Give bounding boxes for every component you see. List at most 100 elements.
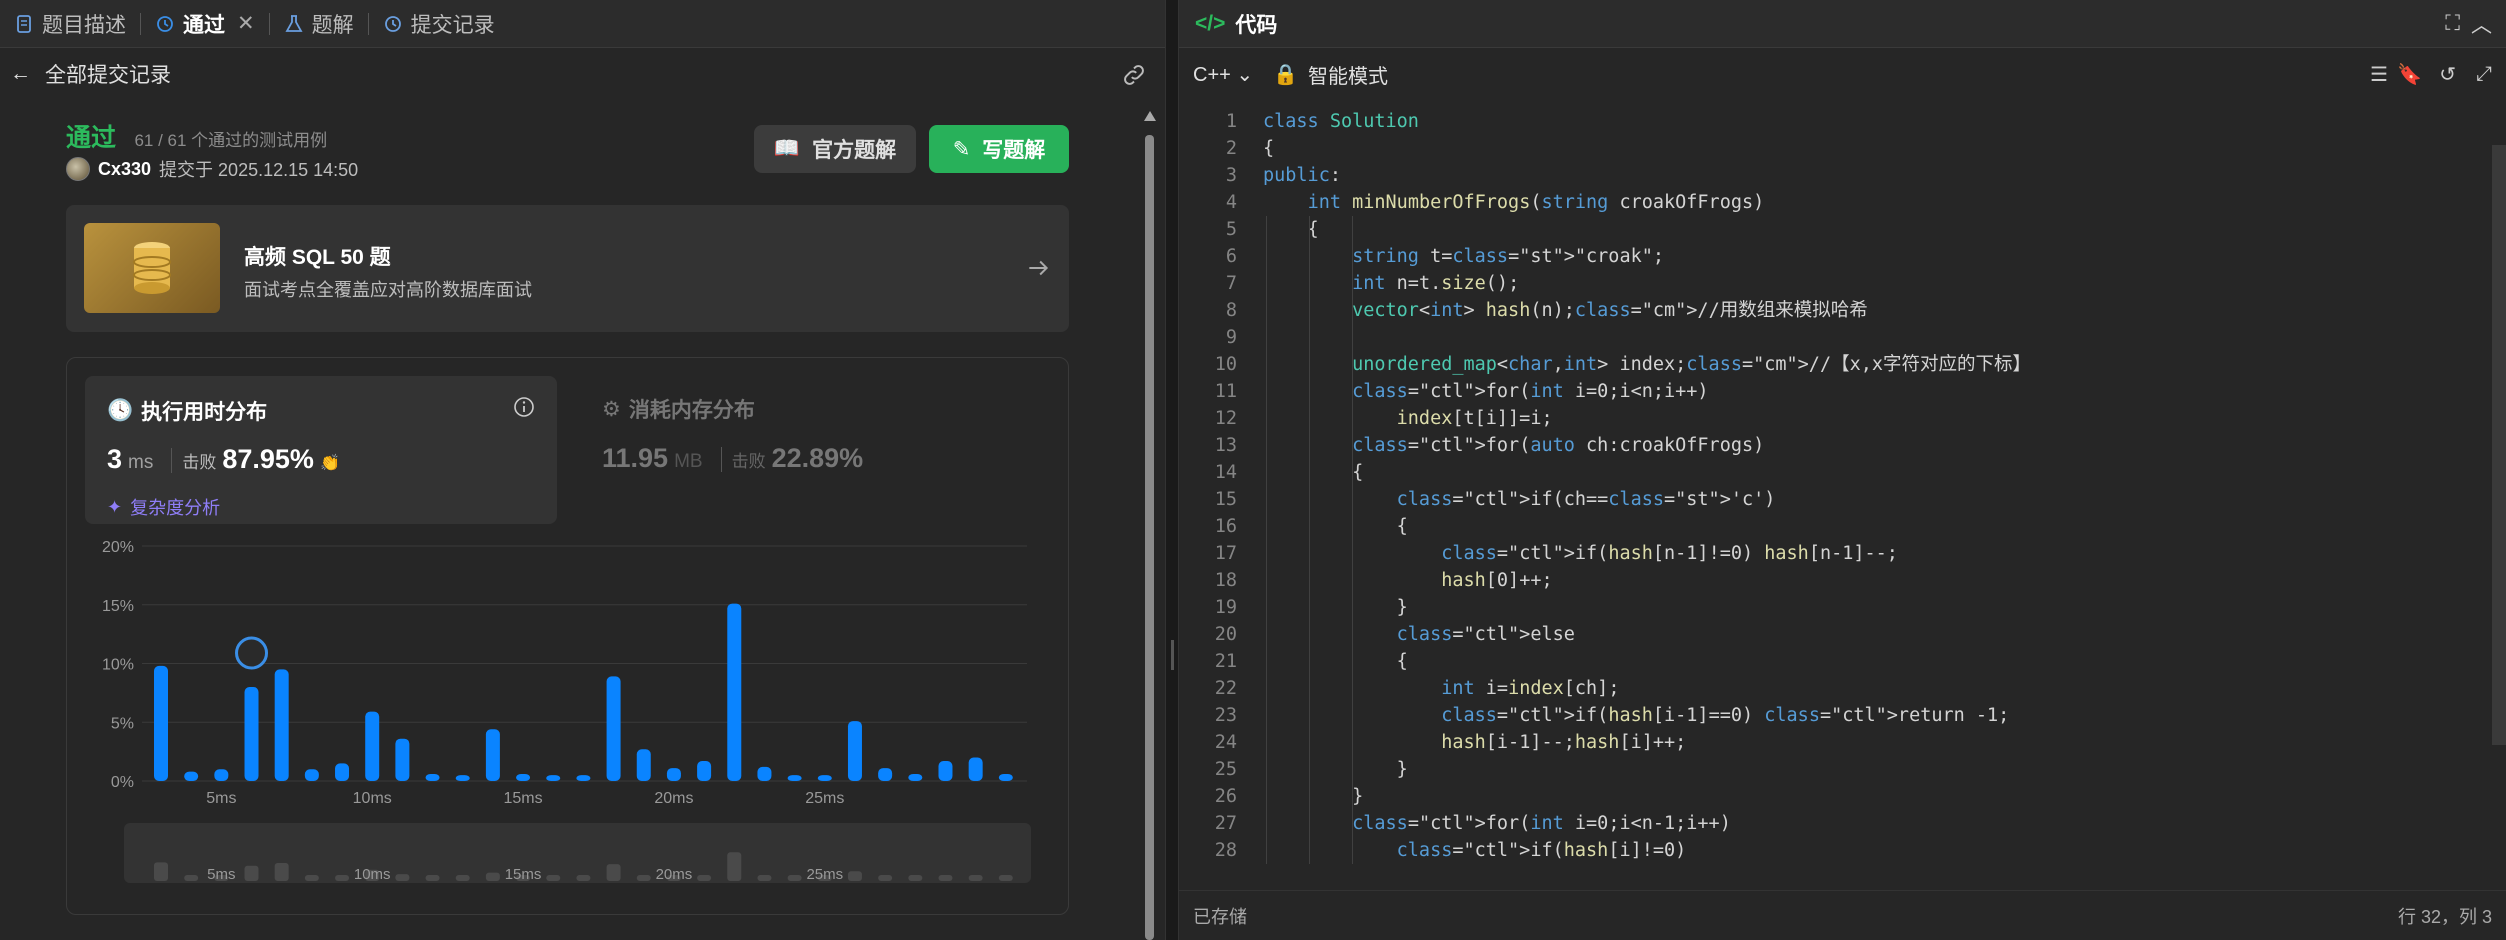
arrow-left-icon: ← — [10, 62, 31, 85]
link-icon[interactable] — [1121, 62, 1147, 88]
line-number: 1 — [1225, 111, 1237, 132]
code-line[interactable]: 5 { — [1179, 216, 2506, 243]
overview-bar — [727, 852, 742, 881]
avatar[interactable] — [66, 157, 90, 181]
bookmark-icon[interactable]: 🔖 — [2397, 62, 2422, 87]
save-status: 已存储 — [1193, 906, 1247, 927]
resize-handle[interactable] — [1171, 640, 1174, 670]
tab-description[interactable]: 题目描述 — [0, 0, 140, 48]
write-solution-button[interactable]: ✎ 写题解 — [929, 125, 1069, 173]
code-line[interactable]: 22 int i=index[ch]; — [1179, 675, 2506, 702]
history-icon — [384, 15, 401, 32]
code-line[interactable]: 7 int n=t.size(); — [1179, 270, 2506, 297]
code-pane: </> 代码 ⛶ ︿ C++ ⌄ 🔒 智能模式 ☰ 🔖 ↺ ⤢ 1 class S… — [1178, 0, 2506, 940]
username[interactable]: Cx330 — [98, 159, 151, 180]
mode-label[interactable]: 智能模式 — [1308, 60, 1388, 89]
runtime-title: 🕓 执行用时分布 — [107, 396, 267, 426]
code-line[interactable]: 10 unordered_map<char,int> index;class="… — [1179, 351, 2506, 378]
editor-scrollbar[interactable] — [2492, 145, 2506, 745]
back-to-submissions[interactable]: ← 全部提交记录 — [10, 59, 171, 89]
overview-bar — [395, 874, 410, 881]
code-line[interactable]: 24 hash[i-1]--;hash[i]++; — [1179, 729, 2506, 756]
code-line[interactable]: 18 hash[0]++; — [1179, 567, 2506, 594]
chart-bar — [938, 761, 953, 781]
collapse-icon[interactable]: ︿ — [2471, 9, 2492, 39]
official-solution-button[interactable]: 📖 官方题解 — [754, 125, 916, 173]
code-line[interactable]: 11 class="ctl">for(int i=0;i<n;i++) — [1179, 378, 2506, 405]
tab-accepted[interactable]: 通过 ✕ — [141, 0, 269, 48]
overview-bar — [757, 875, 772, 881]
code-text: class="ctl">for(int i=0;i<n;i++) — [1352, 381, 1709, 402]
code-line[interactable]: 6 string t=class="st">"croak"; — [1179, 243, 2506, 270]
memory-unit: MB — [674, 451, 703, 472]
code-line[interactable]: 28 class="ctl">if(hash[i]!=0) — [1179, 837, 2506, 864]
code-line[interactable]: 16 { — [1179, 513, 2506, 540]
scroll-up-arrow[interactable] — [1144, 111, 1156, 121]
runtime-card[interactable]: 🕓 执行用时分布 3 ms 击败 87.95% 👏 ✦ 复杂度分析 — [85, 376, 557, 524]
chart-bar — [244, 687, 259, 781]
overview-bar — [485, 872, 500, 881]
code-line[interactable]: 13 class="ctl">for(auto ch:croakOfFrogs) — [1179, 432, 2506, 459]
complexity-analysis-link[interactable]: ✦ 复杂度分析 — [107, 494, 220, 520]
scrollbar-thumb[interactable] — [1145, 135, 1154, 940]
overview-bar — [908, 875, 923, 881]
code-line[interactable]: 12 index[t[i]]=i; — [1179, 405, 2506, 432]
close-icon[interactable]: ✕ — [237, 11, 255, 36]
code-text: hash[0]++; — [1441, 570, 1553, 591]
tab-submissions[interactable]: 提交记录 — [369, 0, 509, 48]
study-plan-banner[interactable]: 高频 SQL 50 题 面试考点全覆盖应对高阶数据库面试 — [66, 205, 1069, 332]
line-number: 27 — [1214, 813, 1237, 834]
code-text: class="ctl">for(int i=0;i<n-1;i++) — [1352, 813, 1731, 834]
left-scrollbar[interactable] — [1140, 105, 1158, 940]
user-marker-avatar — [235, 636, 269, 670]
code-line[interactable]: 15 class="ctl">if(ch==class="st">'c') — [1179, 486, 2506, 513]
code-line[interactable]: 2{ — [1179, 135, 2506, 162]
code-line[interactable]: 20 class="ctl">else — [1179, 621, 2506, 648]
overview-tick-label: 25ms — [806, 866, 843, 883]
language-select[interactable]: C++ ⌄ — [1193, 62, 1253, 87]
overview-bar — [154, 862, 168, 881]
code-line[interactable]: 27 class="ctl">for(int i=0;i<n-1;i++) — [1179, 810, 2506, 837]
code-line[interactable]: 1 class Solution — [1179, 108, 2506, 135]
code-line[interactable]: 9 — [1179, 324, 2506, 351]
code-line[interactable]: 8 vector<int> hash(n);class="cm">//用数组来模… — [1179, 297, 2506, 324]
code-line[interactable]: 14 { — [1179, 459, 2506, 486]
chart-bar — [576, 775, 591, 781]
memory-title[interactable]: ⚙ 消耗内存分布 — [602, 394, 755, 424]
reset-icon[interactable]: ↺ — [2439, 62, 2456, 87]
back-label: 全部提交记录 — [45, 64, 171, 87]
editor-title: 代码 — [1235, 13, 1278, 37]
overview-bar — [274, 862, 289, 881]
editor-statusbar: 已存储 行 32，列 3 — [1179, 890, 2506, 940]
line-number: 6 — [1225, 246, 1237, 267]
code-line[interactable]: 26 } — [1179, 783, 2506, 810]
code-text: class="ctl">if(hash[i]!=0) — [1396, 840, 1687, 861]
code-text: { — [1263, 219, 1319, 240]
code-line[interactable]: 25 } — [1179, 756, 2506, 783]
format-icon[interactable]: ☰ — [2370, 62, 2388, 87]
code-text: class="ctl">if(hash[i-1]==0) class="ctl"… — [1441, 705, 2010, 726]
pane-divider[interactable] — [1166, 0, 1178, 940]
line-number: 18 — [1214, 570, 1237, 591]
line-number: 8 — [1225, 300, 1237, 321]
info-icon[interactable] — [513, 396, 535, 418]
code-line[interactable]: 23 class="ctl">if(hash[i-1]==0) class="c… — [1179, 702, 2506, 729]
chart-bar — [787, 775, 802, 781]
code-text: { — [1263, 516, 1408, 537]
code-line[interactable]: 17 class="ctl">if(hash[n-1]!=0) hash[n-1… — [1179, 540, 2506, 567]
code-line[interactable]: 19 } — [1179, 594, 2506, 621]
chart-bar — [847, 721, 862, 781]
expand-icon[interactable]: ⤢ — [2476, 63, 2492, 86]
code-editor[interactable]: 1 class Solution 2{3 public: 4 int minNumber… — [1179, 108, 2506, 868]
code-line[interactable]: 4 int minNumberOfFrogs(string croakOfFro… — [1179, 189, 2506, 216]
tab-submissions-label: 提交记录 — [410, 13, 495, 37]
fullscreen-icon[interactable]: ⛶ — [2445, 12, 2460, 36]
chart-bar — [817, 775, 832, 781]
code-line[interactable]: 3 public: — [1179, 162, 2506, 189]
runtime-distribution-chart[interactable]: 20% 15% 10% 5% 0% 5ms 10ms 15ms 20ms 25ms 5ms 10ms 1… — [87, 536, 1047, 906]
line-number: 17 — [1214, 543, 1237, 564]
code-text: } — [1263, 759, 1408, 780]
tab-solutions[interactable]: 题解 — [270, 0, 368, 48]
code-line[interactable]: 21 { — [1179, 648, 2506, 675]
complexity-label: 复杂度分析 — [130, 498, 221, 518]
